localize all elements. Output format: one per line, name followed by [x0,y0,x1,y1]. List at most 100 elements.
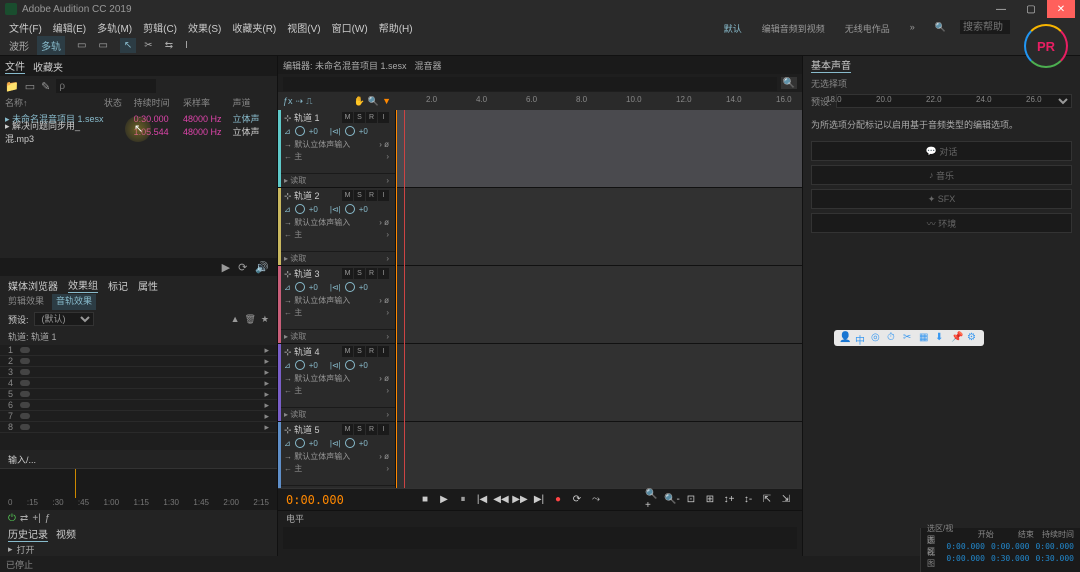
razor-tool-icon[interactable]: ✂ [140,38,156,53]
widget-download-icon[interactable]: ⬇ [935,332,947,344]
zoom-full-icon[interactable]: ⊡ [683,493,699,507]
widget-image-icon[interactable]: ▦ [919,332,931,344]
arm-button[interactable]: R [366,268,377,279]
view-start[interactable]: 0:00.000 [946,554,985,563]
fx-timeline[interactable] [0,468,277,498]
workspace-default[interactable]: 默认 [718,20,748,37]
zoom-sel-icon[interactable]: ⊞ [702,493,718,507]
move-tool-icon[interactable]: ↖ [120,38,136,53]
effect-slot-5[interactable]: 5▸ [0,389,277,400]
timeline-search-button[interactable]: 🔍 [781,77,797,89]
track-lane-1[interactable] [396,110,802,187]
play-button[interactable]: ▶ [436,493,452,507]
track-header-2[interactable]: ⊹ 轨道 2MSRI ⊿+0|⊲|+0 → 默认立体声输入› ø ← 主› ▸ … [278,188,396,265]
solo-button[interactable]: S [354,190,365,201]
arm-button[interactable]: R [366,424,377,435]
volume-knob[interactable] [295,438,305,448]
timecode-display[interactable]: 0:00.000 [286,493,376,507]
floating-widget-bar[interactable]: 👤 中 ◎ ⏱ ✂ ▦ ⬇ 📌 ⚙ [834,330,984,346]
search-help-icon[interactable]: 🔍 [929,20,952,37]
ruler-zoom-icon[interactable]: 🔍 [368,96,379,107]
record-button[interactable]: ● [550,493,566,507]
widget-clock-icon[interactable]: ⏱ [887,332,899,344]
markers-tab[interactable]: 标记 [108,278,128,293]
volume-knob[interactable] [295,126,305,136]
forward-button[interactable]: ▶▶ [512,493,528,507]
menu-窗口(W)[interactable]: 窗口(W) [328,20,372,35]
media-browser-tab[interactable]: 媒体浏览器 [8,278,58,293]
track-header-4[interactable]: ⊹ 轨道 4MSRI ⊿+0|⊲|+0 → 默认立体声输入› ø ← 主› ▸ … [278,344,396,421]
preset-trash-icon[interactable]: 🗑 [244,314,255,325]
menu-收藏夹(R)[interactable]: 收藏夹(R) [228,20,280,35]
pan-knob[interactable] [345,438,355,448]
favorites-tab[interactable]: 收藏夹 [33,59,63,74]
mixer-tab[interactable]: 混音器 [415,59,442,72]
pan-knob[interactable] [345,360,355,370]
pan-knob[interactable] [345,126,355,136]
effect-slot-1[interactable]: 1▸ [0,345,277,356]
file-search-input[interactable] [56,79,156,93]
ruler-eq-icon[interactable]: ⎍ [306,96,312,107]
loop-preview-icon[interactable]: ⟳ [238,261,247,274]
effect-slot-8[interactable]: 8▸ [0,422,277,433]
menu-编辑(E)[interactable]: 编辑(E) [49,20,90,35]
monitor-button[interactable]: I [378,346,389,357]
playhead-handle-icon[interactable]: ▼ [382,96,391,106]
properties-tab[interactable]: 属性 [138,278,158,293]
widget-cut-icon[interactable]: ✂ [903,332,915,344]
ruler-fx-icon[interactable]: ƒx [283,96,293,106]
ruler-hand-icon[interactable]: ✋ [354,96,365,107]
preset-select[interactable]: (默认) [34,312,94,326]
playhead-line[interactable] [396,110,397,488]
editor-tab[interactable]: 编辑器: 未命名混音项目 1.sesx [283,59,407,72]
col-duration[interactable]: 持续时间 [134,96,183,112]
solo-button[interactable]: S [354,112,365,123]
zoom-out-h-icon[interactable]: 🔍- [664,493,680,507]
sel-end[interactable]: 0:00.000 [991,542,1030,551]
mute-button[interactable]: M [342,112,353,123]
hud-toggle-icon[interactable]: ▭ [94,38,111,53]
mute-button[interactable]: M [342,346,353,357]
menu-文件(F)[interactable]: 文件(F) [5,20,46,35]
effect-slot-6[interactable]: 6▸ [0,400,277,411]
effect-slot-4[interactable]: 4▸ [0,378,277,389]
new-file-icon[interactable]: ✎ [41,80,50,93]
workspace-audio-edit[interactable]: 编辑音频到视频 [756,20,831,37]
io-chain-icon[interactable]: ⇄ [20,513,28,524]
waveform-mode-button[interactable]: 波形 [5,36,33,55]
zoom-out-point-icon[interactable]: ⇲ [778,493,794,507]
widget-text-icon[interactable]: 中 [855,332,867,344]
track-lane-3[interactable] [396,266,802,343]
col-channels[interactable]: 声道 [232,96,272,112]
monitor-button[interactable]: I [378,190,389,201]
open-file-icon[interactable]: 📁 [5,80,19,93]
menu-效果(S)[interactable]: 效果(S) [184,20,225,35]
volume-knob[interactable] [295,282,305,292]
maximize-button[interactable]: ▢ [1017,0,1045,18]
skip-selection-button[interactable]: ⤳ [588,493,604,507]
effect-slot-2[interactable]: 2▸ [0,356,277,367]
record-file-icon[interactable]: ▭ [25,80,35,93]
io-wet-icon[interactable]: ƒ [45,513,51,524]
stop-button[interactable]: ■ [417,493,433,507]
multitrack-mode-button[interactable]: 多轨 [37,36,65,55]
play-preview-icon[interactable]: ▶ [222,261,230,274]
close-button[interactable]: ✕ [1047,0,1075,18]
menu-剪辑(C)[interactable]: 剪辑(C) [139,20,181,35]
mute-button[interactable]: M [342,190,353,201]
monitor-button[interactable]: I [378,112,389,123]
spectral-toggle-icon[interactable]: ▭ [73,38,90,53]
effects-rack-tab[interactable]: 效果组 [68,277,98,293]
pan-knob[interactable] [345,204,355,214]
col-status[interactable]: 状态 [104,96,134,112]
history-item-open[interactable]: ▸ 打开 [0,542,277,556]
widget-user-icon[interactable]: 👤 [839,332,851,344]
arm-button[interactable]: R [366,190,377,201]
workspace-more[interactable]: » [904,20,921,37]
sel-start[interactable]: 0:00.000 [946,542,985,551]
solo-button[interactable]: S [354,424,365,435]
sfx-slot[interactable]: ✦ SFX [811,189,1072,209]
dialogue-slot[interactable]: 💬 对话 [811,141,1072,161]
track-header-1[interactable]: ⊹ 轨道 1MSRI ⊿+0|⊲|+0 → 默认立体声输入› ø ← 主› ▸ … [278,110,396,187]
autoplay-icon[interactable]: 🔊 [255,261,269,274]
